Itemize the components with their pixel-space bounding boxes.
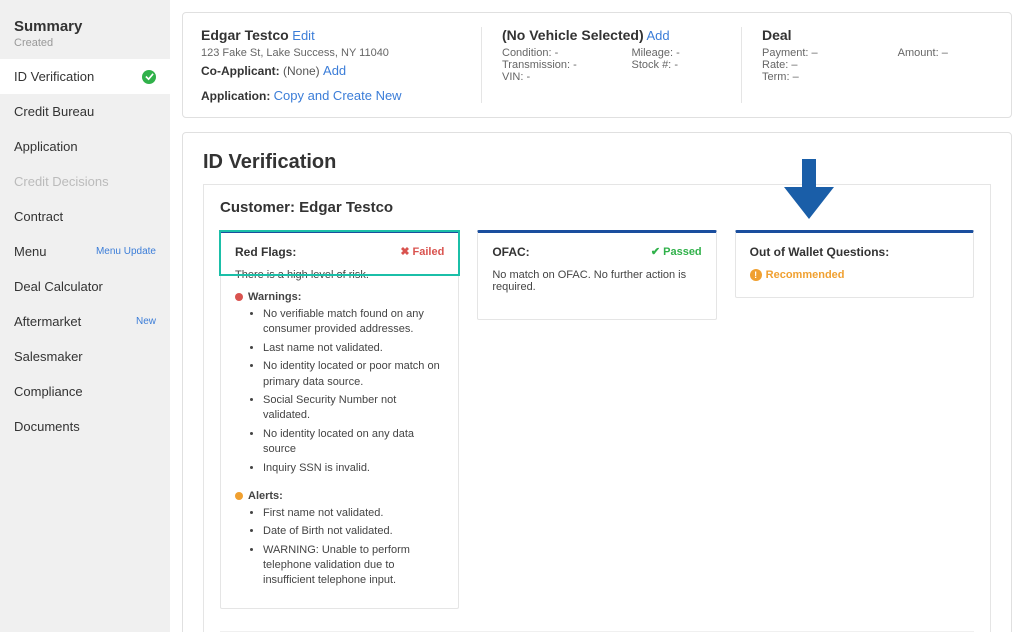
main-content: Edgar Testco Edit 123 Fake St, Lake Succ… [170,0,1024,632]
rate-label: Rate: [762,59,788,71]
warning-item: Last name not validated. [263,341,444,356]
passed-status: ✔Passed [651,245,702,259]
ofac-title: OFAC: [492,245,529,259]
nav-aftermarket[interactable]: Aftermarket New [0,304,170,339]
vin-label: VIN: [502,71,523,83]
sidebar: Summary Created ID Verification Credit B… [0,0,170,632]
term-value: – [793,71,799,83]
edit-applicant-link[interactable]: Edit [292,28,314,43]
oow-card: Out of Wallet Questions: ! Recommended [735,230,974,298]
nav-label: Menu [14,244,47,259]
nav-menu[interactable]: Menu Menu Update [0,234,170,269]
nav-credit-decisions: Credit Decisions [0,164,170,199]
warning-item: Inquiry SSN is invalid. [263,461,444,476]
warning-item: No identity located or poor match on pri… [263,359,444,390]
x-icon: ✖ [400,246,409,258]
check-icon: ✔ [651,246,660,258]
warning-item: Social Security Number not validated. [263,393,444,424]
stock-value: - [674,59,678,71]
deal-title: Deal [762,27,792,43]
red-flags-title: Red Flags: [235,245,296,259]
alert-item: Date of Birth not validated. [263,524,444,539]
nav-salesmaker[interactable]: Salesmaker [0,339,170,374]
exclamation-icon: ! [750,269,762,281]
vin-value: - [526,71,530,83]
red-dot-icon [235,293,243,301]
amount-label: Amount: [898,47,939,59]
nav-id-verification[interactable]: ID Verification [0,59,170,94]
ofac-card: OFAC: ✔Passed No match on OFAC. No furth… [477,230,716,320]
payment-value: – [812,47,818,59]
coapp-label: Co-Applicant: [201,64,280,78]
transmission-label: Transmission: [502,59,570,71]
add-vehicle-link[interactable]: Add [647,28,670,43]
applicant-name: Edgar Testco [201,27,289,43]
amount-value: – [942,47,948,59]
nav-deal-calculator[interactable]: Deal Calculator [0,269,170,304]
application-label: Application: [201,89,270,103]
nav-compliance[interactable]: Compliance [0,374,170,409]
alerts-list: First name not validated. Date of Birth n… [235,506,444,589]
failed-status: ✖Failed [400,245,444,259]
alert-item: First name not validated. [263,506,444,521]
oow-title: Out of Wallet Questions: [750,245,890,259]
add-coapplicant-link[interactable]: Add [323,63,346,78]
mileage-label: Mileage: [632,47,674,59]
coapp-value: (None) [283,64,320,78]
nav-documents[interactable]: Documents [0,409,170,444]
condition-label: Condition: [502,47,552,59]
mileage-value: - [676,47,680,59]
customer-title: Customer: Edgar Testco [220,199,974,216]
page-title: ID Verification [203,151,991,174]
warning-item: No identity located on any data source [263,427,444,458]
nav-contract[interactable]: Contract [0,199,170,234]
payment-label: Payment: [762,47,808,59]
alert-item: WARNING: Unable to perform telephone val… [263,543,444,589]
summary-header: Edgar Testco Edit 123 Fake St, Lake Succ… [182,12,1012,118]
nav-application[interactable]: Application [0,129,170,164]
ofac-desc: No match on OFAC. No further action is r… [492,269,701,293]
term-label: Term: [762,71,790,83]
copy-create-link[interactable]: Copy and Create New [274,88,402,103]
orange-dot-icon [235,492,243,500]
menu-update-link[interactable]: Menu Update [96,246,156,257]
recommended-status: ! Recommended [750,269,959,281]
nav-label: ID Verification [14,69,94,84]
nav-summary-sub: Created [0,37,170,59]
rate-value: – [791,59,797,71]
red-flags-card: Red Flags: ✖Failed There is a high level… [220,230,459,609]
nav-credit-bureau[interactable]: Credit Bureau [0,94,170,129]
vehicle-title: (No Vehicle Selected) [502,27,644,43]
warnings-list: No verifiable match found on any consume… [235,307,444,476]
red-flags-desc: There is a high level of risk. [235,269,444,281]
warnings-label: Warnings: [248,291,301,303]
alerts-label: Alerts: [248,490,283,502]
stock-label: Stock #: [632,59,672,71]
arrow-down-annotation [784,159,834,219]
warning-item: No verifiable match found on any consume… [263,307,444,338]
nav-label: Aftermarket [14,314,81,329]
check-icon [142,70,156,84]
transmission-value: - [573,59,577,71]
condition-value: - [555,47,559,59]
applicant-address: 123 Fake St, Lake Success, NY 11040 [201,47,461,59]
id-verification-card: ID Verification Customer: Edgar Testco R… [182,132,1012,632]
new-badge: New [136,316,156,327]
customer-panel: Customer: Edgar Testco Red Flags: ✖Faile… [203,184,991,632]
nav-summary[interactable]: Summary [0,8,170,37]
